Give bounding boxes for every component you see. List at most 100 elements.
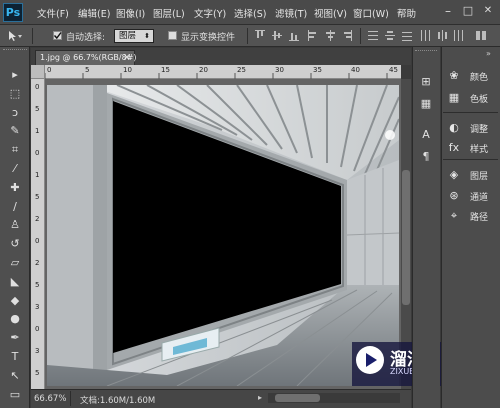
document-image[interactable]	[47, 85, 399, 386]
history-brush-tool-icon[interactable]: ↺	[6, 236, 24, 252]
maximize-button[interactable]: □	[461, 4, 475, 18]
ruler-tick-label: 15	[161, 66, 170, 74]
menu-edit[interactable]: 编辑(E)	[78, 6, 110, 20]
panel-swatches[interactable]: ▦ 色板	[443, 88, 498, 108]
panel-layers[interactable]: ◈ 图层	[443, 165, 498, 185]
panel-color[interactable]: ❀ 颜色	[443, 66, 498, 86]
menu-type[interactable]: 文字(Y)	[194, 6, 226, 20]
minimize-button[interactable]: –	[441, 4, 455, 18]
align-left-icon[interactable]	[308, 30, 318, 41]
history-icon[interactable]: ⊞	[418, 75, 434, 89]
distribute-bottom-icon[interactable]	[402, 30, 412, 41]
panel-label: 通道	[470, 193, 489, 203]
ruler-tick-label: 5	[35, 369, 40, 377]
vertical-scroll-thumb[interactable]	[402, 170, 410, 305]
close-button[interactable]: ✕	[481, 4, 495, 18]
status-arrow-icon[interactable]: ▸	[258, 393, 262, 402]
document-tab[interactable]: 1.jpg @ 66.7%(RGB/8#) ×	[35, 50, 137, 65]
brush-tool-icon[interactable]: ∕	[6, 199, 24, 215]
photoshop-logo: Ps	[3, 3, 23, 22]
align-top-icon[interactable]	[255, 30, 265, 41]
dock-separator	[443, 159, 498, 160]
horizontal-scroll-thumb[interactable]	[275, 394, 320, 402]
panel-styles[interactable]: fx 样式	[443, 138, 498, 158]
distribute-vcenter-icon[interactable]	[385, 30, 395, 41]
clone-stamp-tool-icon[interactable]: ♙	[6, 217, 24, 233]
actions-icon[interactable]: ▦	[418, 97, 434, 111]
marquee-tool-icon[interactable]: ⬚	[6, 86, 24, 102]
align-bottom-icon[interactable]	[289, 30, 299, 41]
options-divider	[360, 28, 361, 44]
align-right-icon[interactable]	[342, 30, 352, 41]
auto-select-target-dropdown[interactable]: 图层 ⬍	[114, 29, 154, 43]
shape-tool-icon[interactable]: ▭	[6, 387, 24, 403]
options-divider	[247, 28, 248, 44]
dodge-tool-icon[interactable]: ●	[6, 311, 24, 327]
menu-image[interactable]: 图像(I)	[116, 6, 145, 20]
auto-select-checkbox[interactable]	[53, 31, 62, 40]
menu-window[interactable]: 窗口(W)	[353, 6, 389, 20]
pen-tool-icon[interactable]: ✒	[6, 330, 24, 346]
ruler-tick-label: 30	[275, 66, 284, 74]
ruler-tick-label: 0	[47, 66, 52, 74]
panel-paths[interactable]: ⌖ 路径	[443, 206, 498, 226]
distribute-right-icon[interactable]	[454, 30, 464, 41]
left-ruler: 05101520253035	[31, 79, 45, 389]
adjustments-icon: ◐	[449, 121, 459, 134]
zoom-level[interactable]: 66.67%	[34, 394, 66, 404]
show-transform-checkbox[interactable]	[168, 31, 177, 40]
move-tool-preset-icon[interactable]	[7, 29, 23, 43]
ruler-origin[interactable]	[31, 65, 45, 79]
auto-select-target-value: 图层	[119, 31, 137, 41]
status-divider	[70, 391, 71, 406]
ruler-tick-label: 0	[35, 149, 40, 157]
type-tool-icon[interactable]: T	[6, 349, 24, 365]
eraser-tool-icon[interactable]: ▱	[6, 255, 24, 271]
ruler-tick-label: 10	[123, 66, 132, 74]
menu-view[interactable]: 视图(V)	[314, 6, 347, 20]
blur-tool-icon[interactable]: ◆	[6, 293, 24, 309]
ruler-tick-label: 20	[199, 66, 208, 74]
align-vcenter-icon[interactable]	[272, 30, 282, 41]
menu-layer[interactable]: 图层(L)	[153, 6, 185, 20]
align-hcenter-icon[interactable]	[325, 30, 335, 41]
panel-adjustments[interactable]: ◐ 调整	[443, 118, 498, 138]
ruler-tick-label: 0	[35, 237, 40, 245]
move-tool-icon[interactable]: ▸	[6, 67, 24, 83]
ruler-tick-label: 3	[35, 347, 40, 355]
ruler-tick-label: 25	[237, 66, 246, 74]
document-size-info[interactable]: 文档:1.60M/1.60M	[80, 394, 155, 406]
layers-icon: ◈	[449, 168, 459, 181]
ruler-tick-label: 1	[35, 127, 40, 135]
paint-bucket-tool-icon[interactable]: ◣	[6, 274, 24, 290]
menu-select[interactable]: 选择(S)	[234, 6, 266, 20]
panel-label: 色板	[470, 95, 489, 105]
menu-filter[interactable]: 滤镜(T)	[275, 6, 307, 20]
paragraph-icon[interactable]: ¶	[418, 150, 434, 164]
panel-label: 图层	[470, 172, 489, 182]
auto-align-layers-icon[interactable]	[476, 30, 486, 41]
eyedropper-tool-icon[interactable]: ⁄	[6, 161, 24, 177]
ruler-tick-label: 0	[35, 325, 40, 333]
menu-help[interactable]: 帮助	[397, 6, 416, 20]
crop-tool-icon[interactable]: ⌗	[6, 142, 24, 158]
panel-label: 调整	[470, 125, 489, 135]
ruler-tick-label: 2	[35, 259, 40, 267]
distribute-top-icon[interactable]	[368, 30, 378, 41]
quick-select-tool-icon[interactable]: ✎	[6, 123, 24, 139]
healing-brush-tool-icon[interactable]: ✚	[6, 180, 24, 196]
auto-select-label: 自动选择:	[66, 33, 106, 43]
toolbox-grip	[3, 49, 27, 53]
distribute-left-icon[interactable]	[420, 30, 430, 41]
collapse-dock-icon[interactable]: »	[486, 49, 491, 58]
character-icon[interactable]: A	[418, 128, 434, 142]
distribute-hcenter-icon[interactable]	[437, 30, 447, 41]
panel-channels[interactable]: ⊛ 通道	[443, 186, 498, 206]
close-tab-icon[interactable]: ×	[123, 51, 131, 65]
path-select-tool-icon[interactable]: ↖	[6, 368, 24, 384]
ruler-tick-label: 5	[35, 105, 40, 113]
dock-separator	[443, 112, 498, 113]
lasso-tool-icon[interactable]: ↄ	[6, 105, 24, 121]
ruler-tick-label: 2	[35, 215, 40, 223]
menu-file[interactable]: 文件(F)	[37, 6, 69, 20]
